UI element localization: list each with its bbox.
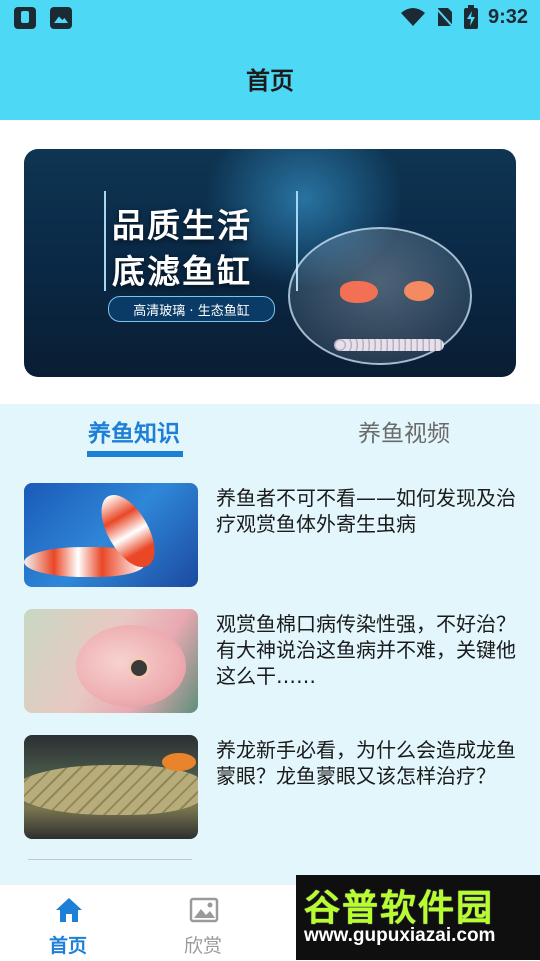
banner-tagline: 高清玻璃 · 生态鱼缸 — [108, 296, 275, 322]
article-title: 养龙新手必看，为什么会造成龙鱼蒙眼？龙鱼蒙眼又该怎样治疗？ — [216, 738, 516, 788]
pebbles-illustration — [334, 339, 444, 351]
article-title: 养鱼者不可不看——如何发现及治疗观赏鱼体外寄生虫病 — [216, 486, 516, 536]
fish-eye — [128, 657, 150, 679]
article-item[interactable]: 养鱼者不可不看——如何发现及治疗观赏鱼体外寄生虫病 — [24, 483, 516, 589]
tab-fish-videos[interactable]: 养鱼视频 — [358, 414, 450, 448]
status-bar: 9:32 — [0, 0, 540, 36]
article-thumbnail — [24, 609, 198, 713]
site-watermark: 谷普软件园 www.gupuxiazai.com — [296, 875, 540, 960]
arowana-fish — [24, 765, 198, 815]
wifi-icon — [400, 8, 425, 26]
nav-item-home[interactable]: 首页 — [18, 885, 118, 961]
article-title: 观赏鱼棉口病传染性强，不好治？有大神说治这鱼病并不难，关键他这么干…… — [216, 612, 516, 688]
banner-headline-1: 品质生活 — [112, 206, 252, 245]
list-divider — [28, 859, 192, 860]
app-header: 首页 — [0, 36, 540, 120]
notification-icons — [14, 7, 72, 29]
app-notification-icon — [14, 7, 36, 29]
promo-banner[interactable]: 品质生活 底滤鱼缸 高清玻璃 · 生态鱼缸 — [24, 149, 516, 377]
arowana-fin — [162, 753, 196, 771]
article-item[interactable]: 养龙新手必看，为什么会造成龙鱼蒙眼？龙鱼蒙眼又该怎样治疗？ — [24, 735, 516, 841]
article-thumbnail — [24, 483, 198, 587]
watermark-url: www.gupuxiazai.com — [304, 925, 496, 946]
no-sim-icon — [435, 7, 454, 28]
goldfish-illustration — [404, 281, 434, 301]
goldfish-illustration — [340, 281, 378, 303]
clock-time: 9:32 — [487, 5, 528, 28]
battery-icon — [463, 5, 478, 29]
system-status: 9:32 — [400, 5, 528, 29]
article-thumbnail — [24, 735, 198, 839]
home-icon — [56, 898, 82, 922]
nav-item-appreciate[interactable]: 欣赏 — [153, 885, 253, 961]
nav-label-home: 首页 — [48, 935, 87, 957]
article-item[interactable]: 观赏鱼棉口病传染性强，不好治？有大神说治这鱼病并不难，关键他这么干…… — [24, 609, 516, 715]
watermark-title: 谷普软件园 — [304, 888, 495, 929]
image-notification-icon — [50, 7, 72, 29]
page-title: 首页 — [246, 66, 294, 95]
active-tab-indicator — [87, 451, 183, 457]
nav-label-appreciate: 欣赏 — [183, 935, 222, 957]
tab-fish-knowledge[interactable]: 养鱼知识 — [88, 414, 180, 448]
banner-headline-2: 底滤鱼缸 — [112, 252, 252, 291]
image-icon — [189, 897, 219, 923]
